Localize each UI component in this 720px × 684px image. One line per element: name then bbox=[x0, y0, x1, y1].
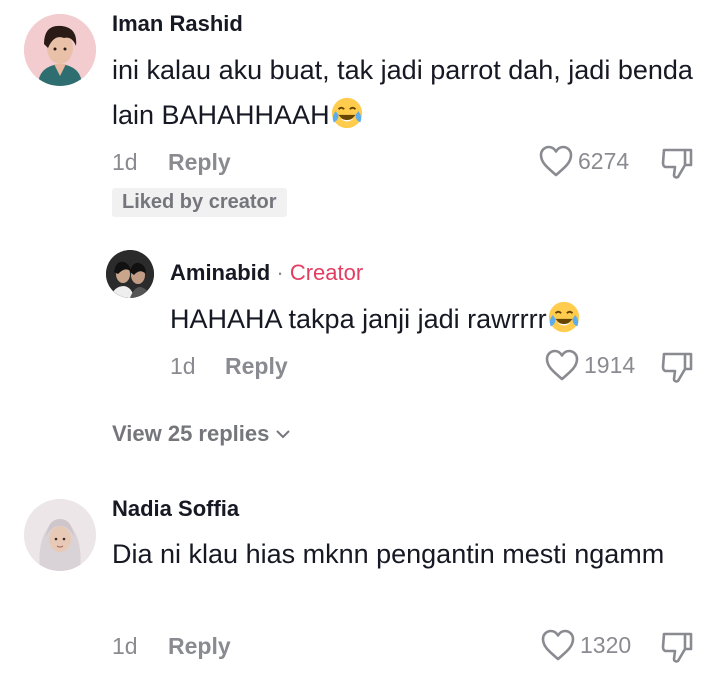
comment-item: Nadia Soffia Dia ni klau hias mknn penga… bbox=[0, 0, 720, 684]
avatar[interactable] bbox=[24, 499, 96, 571]
like-count: 1320 bbox=[580, 631, 632, 658]
heart-outline-icon bbox=[541, 629, 575, 661]
comment-text: Dia ni klau hias mknn pengantin mesti ng… bbox=[112, 539, 665, 569]
thumbs-down-icon[interactable] bbox=[660, 629, 694, 665]
comment-time: 1d bbox=[112, 633, 138, 659]
comment-username[interactable]: Nadia Soffia bbox=[112, 496, 239, 522]
like-button[interactable]: 1320 bbox=[540, 628, 631, 662]
reply-button[interactable]: Reply bbox=[168, 633, 231, 660]
